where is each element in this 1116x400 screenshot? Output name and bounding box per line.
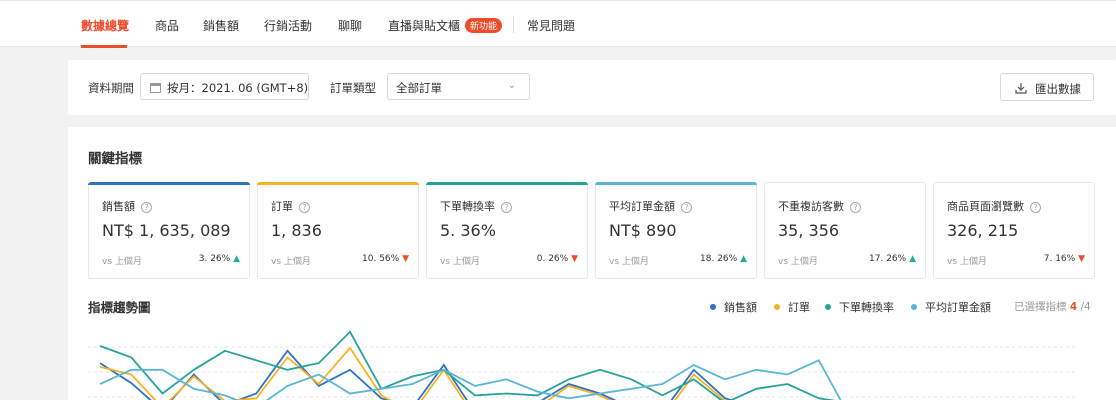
help-icon[interactable]: ?	[1030, 202, 1041, 213]
help-icon[interactable]: ?	[681, 202, 692, 213]
active-tab-indicator	[81, 45, 127, 48]
help-icon[interactable]: ?	[299, 202, 310, 213]
compare-label: vs 上個月	[778, 257, 818, 267]
card-unique-visitors[interactable]: 不重複訪客數? 35, 356 vs 上個月 17. 26% ▲	[764, 182, 926, 279]
metric-name: 銷售額?	[102, 198, 152, 214]
metric-name: 不重複訪客數?	[778, 198, 861, 214]
order-type-label: 訂單類型	[330, 81, 376, 95]
compare-label: vs 上個月	[947, 257, 987, 267]
metric-value: 5. 36%	[440, 221, 496, 240]
card-conversion[interactable]: 下單轉換率? 5. 36% vs 上個月 0. 26% ▼	[426, 182, 588, 279]
metric-name: 商品頁面瀏覽數?	[947, 198, 1041, 214]
metric-color-bar	[257, 182, 419, 185]
metric-value: 326, 215	[947, 221, 1019, 240]
new-feature-badge: 新功能	[465, 18, 503, 33]
metric-name: 下單轉換率?	[440, 198, 512, 214]
arrow-up-icon: ▲	[909, 254, 916, 264]
legend-item-conversion[interactable]: 下單轉換率	[825, 299, 894, 315]
legend-dot-sales	[710, 304, 716, 310]
legend-label-conversion: 下單轉換率	[839, 301, 894, 314]
card-page-views[interactable]: 商品頁面瀏覽數? 326, 215 vs 上個月 7. 16% ▼	[933, 182, 1095, 279]
tab-live-and-posts[interactable]: 直播與貼文櫃 新功能	[388, 17, 503, 34]
compare-label: vs 上個月	[102, 257, 142, 267]
chevron-down-icon: ⌄	[507, 80, 516, 91]
metric-value: 1, 836	[271, 221, 322, 240]
metric-value: 35, 356	[778, 221, 840, 240]
compare-label: vs 上個月	[609, 257, 649, 267]
key-metrics-panel: 關鍵指標 銷售額? NT$ 1, 635, 089 vs 上個月 3. 26% ▲ 訂單…	[68, 127, 1116, 400]
metric-name: 訂單?	[271, 198, 310, 214]
metric-color-bar	[88, 182, 250, 185]
legend-item-avg-order[interactable]: 平均訂單金額	[911, 299, 991, 315]
export-label: 匯出數據	[1035, 82, 1081, 96]
arrow-down-icon: ▼	[402, 254, 409, 264]
arrow-up-icon: ▲	[233, 254, 240, 264]
legend-item-sales[interactable]: 銷售額	[710, 299, 757, 315]
tab-products[interactable]: 商品	[155, 17, 179, 34]
help-icon[interactable]: ?	[141, 202, 152, 213]
legend-label-sales: 銷售額	[724, 301, 757, 314]
card-sales[interactable]: 銷售額? NT$ 1, 635, 089 vs 上個月 3. 26% ▲	[88, 182, 250, 279]
arrow-down-icon: ▼	[1078, 254, 1085, 264]
period-value: 按月：2021. 06 (GMT+8)	[167, 81, 309, 95]
compare-label: vs 上個月	[271, 257, 311, 267]
metric-change: 7. 16% ▼	[1043, 254, 1085, 264]
metric-value: NT$ 890	[609, 221, 677, 240]
legend-dot-avg-order	[911, 304, 917, 310]
calendar-icon	[150, 83, 161, 93]
tab-data-overview[interactable]: 數據總覽	[81, 17, 129, 34]
metric-color-bar	[426, 182, 588, 185]
legend-label-orders: 訂單	[788, 301, 810, 314]
tab-marketing[interactable]: 行銷活動	[264, 17, 312, 34]
metric-change: 0. 26% ▼	[536, 254, 578, 264]
metric-color-bar	[595, 182, 757, 185]
tab-chat[interactable]: 聊聊	[338, 17, 362, 34]
selected-total: /4	[1080, 301, 1091, 313]
tab-sales[interactable]: 銷售額	[203, 17, 239, 34]
date-period-picker[interactable]: 按月：2021. 06 (GMT+8)	[140, 73, 309, 100]
order-type-select[interactable]: 全部訂單 ⌄	[387, 73, 530, 100]
selected-prefix: 已選擇指標	[1014, 301, 1067, 313]
trend-chart-title: 指標趨勢圖	[88, 300, 151, 315]
metric-change: 3. 26% ▲	[198, 254, 240, 264]
legend-item-orders[interactable]: 訂單	[774, 299, 810, 315]
help-icon[interactable]: ?	[501, 202, 512, 213]
top-navigation: 數據總覽 商品 銷售額 行銷活動 聊聊 直播與貼文櫃 新功能 常見問題	[0, 0, 1116, 48]
tab-faq[interactable]: 常見問題	[527, 17, 575, 34]
card-orders[interactable]: 訂單? 1, 836 vs 上個月 10. 56% ▼	[257, 182, 419, 279]
compare-label: vs 上個月	[440, 257, 480, 267]
arrow-down-icon: ▼	[571, 254, 578, 264]
order-type-value: 全部訂單	[396, 81, 442, 95]
series-line-avg-order	[99, 359, 842, 400]
metric-change: 17. 26% ▲	[869, 254, 916, 264]
export-data-button[interactable]: 匯出數據	[1000, 73, 1094, 101]
key-metrics-title: 關鍵指標	[88, 151, 142, 167]
filter-bar: 資料期間 按月：2021. 06 (GMT+8) 訂單類型 全部訂單 ⌄ 匯出數…	[68, 60, 1116, 115]
period-label: 資料期間	[88, 81, 134, 95]
metric-change: 18. 26% ▲	[700, 254, 747, 264]
metric-change: 10. 56% ▼	[362, 254, 409, 264]
arrow-up-icon: ▲	[740, 254, 747, 264]
selected-metrics-count: 已選擇指標 4 /4	[1014, 299, 1091, 314]
series-line-conversion	[99, 330, 837, 400]
legend-dot-orders	[774, 304, 780, 310]
selected-count: 4	[1069, 301, 1078, 313]
download-icon	[1015, 83, 1027, 94]
nav-divider	[513, 16, 514, 33]
metric-name: 平均訂單金額?	[609, 198, 692, 214]
card-avg-order[interactable]: 平均訂單金額? NT$ 890 vs 上個月 18. 26% ▲	[595, 182, 757, 279]
legend-label-avg-order: 平均訂單金額	[925, 301, 991, 314]
legend-dot-conversion	[825, 304, 831, 310]
help-icon[interactable]: ?	[850, 202, 861, 213]
metric-value: NT$ 1, 635, 089	[102, 221, 231, 240]
tab-live-and-posts-label: 直播與貼文櫃	[388, 19, 461, 33]
trend-line-chart	[88, 330, 1078, 400]
